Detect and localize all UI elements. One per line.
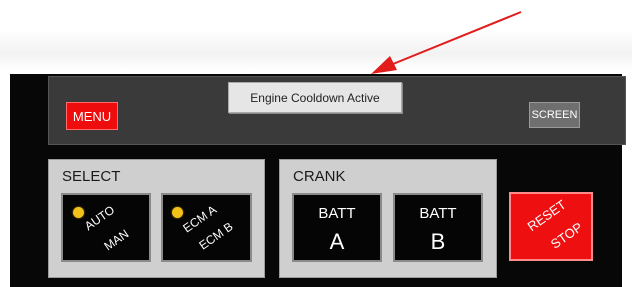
batt-a-letter: A [329,229,345,254]
screen-button[interactable]: SCREEN [529,102,580,128]
batt-b-title: BATT [419,205,457,222]
ecm-indicator-icon [172,207,183,218]
man-label: MAN [101,226,132,254]
auto-label: AUTO [81,202,118,234]
status-message: Engine Cooldown Active [228,82,402,113]
select-group: SELECT AUTO MAN ECM A ECM B [48,159,265,278]
auto-man-button[interactable]: AUTO MAN [61,193,151,262]
top-fade-background [0,30,632,70]
ecm-select-button[interactable]: ECM A ECM B [161,193,252,262]
reset-stop-button[interactable]: RESET STOP [509,192,593,261]
batt-b-button[interactable]: BATT B [393,193,483,262]
select-group-label: SELECT [62,168,121,185]
stop-label: STOP [547,219,586,252]
auto-indicator-icon [73,207,84,218]
crank-group: CRANK BATT A BATT B [279,159,497,278]
crank-group-label: CRANK [293,168,346,185]
batt-b-letter: B [430,229,446,254]
menu-button[interactable]: MENU [66,102,118,130]
batt-a-title: BATT [318,205,356,222]
batt-a-button[interactable]: BATT A [292,193,382,262]
